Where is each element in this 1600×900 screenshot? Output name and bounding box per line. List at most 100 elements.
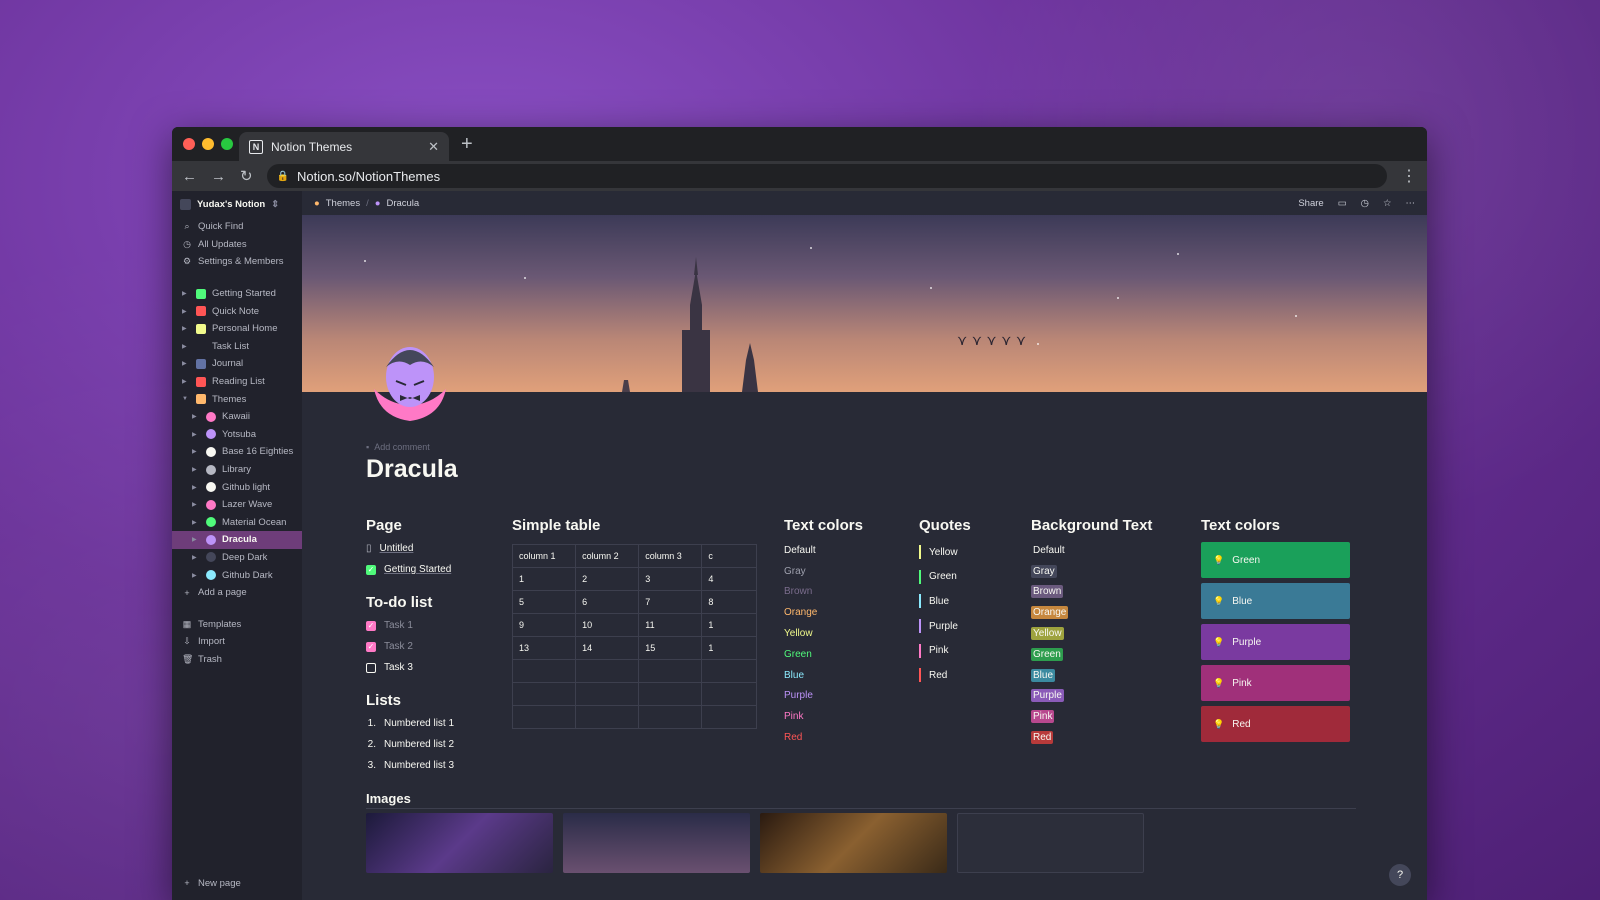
workspace-switcher[interactable]: Yudax's Notion ⇕ <box>172 191 302 218</box>
sidebar-page-item[interactable]: ▶ Getting Started <box>172 285 302 303</box>
chevron-right-icon[interactable]: ▶ <box>182 343 190 350</box>
chevron-right-icon[interactable]: ▶ <box>182 325 190 332</box>
chevron-right-icon[interactable]: ▶ <box>192 554 200 561</box>
todo-item[interactable]: ✓ Task 2 <box>366 636 454 657</box>
list-item[interactable]: 3. Numbered list 3 <box>366 755 454 776</box>
help-button[interactable]: ? <box>1389 864 1411 886</box>
table-cell[interactable]: 10 <box>575 613 640 637</box>
image-milky-way[interactable] <box>366 813 553 873</box>
sidebar-page-item[interactable]: ▶ Task List <box>172 338 302 356</box>
reload-icon[interactable]: ↻ <box>240 167 253 185</box>
share-button[interactable]: Share <box>1298 198 1323 209</box>
todo-item[interactable]: Task 3 <box>366 657 454 678</box>
chevron-right-icon[interactable]: ▶ <box>192 572 200 579</box>
breadcrumb-themes[interactable]: Themes <box>326 198 360 209</box>
chevron-right-icon[interactable]: ▶ <box>182 360 190 367</box>
favorite-star-icon[interactable]: ☆ <box>1383 198 1392 209</box>
table-cell[interactable]: 5 <box>512 590 577 614</box>
sidebar-subpage-item[interactable]: ▶ Kawaii <box>172 408 302 426</box>
sidebar-page-item[interactable]: ▶ Journal <box>172 355 302 373</box>
table-cell[interactable] <box>512 705 577 729</box>
table-cell[interactable]: 1 <box>701 613 757 637</box>
sidebar-tool[interactable]: 🗑 Trash <box>172 651 302 669</box>
sidebar-action[interactable]: ⌕ Quick Find <box>172 218 302 236</box>
chevron-right-icon[interactable]: ▶ <box>182 378 190 385</box>
table-cell[interactable]: 9 <box>512 613 577 637</box>
image-dusk-landscape[interactable] <box>563 813 750 873</box>
quote-block[interactable]: Pink <box>919 638 971 663</box>
history-icon[interactable]: ◷ <box>1361 198 1369 209</box>
table-cell[interactable]: column 2 <box>575 544 640 568</box>
subpage-untitled[interactable]: ▯ Untitled <box>366 538 454 559</box>
add-page-button[interactable]: + Add a page <box>172 584 302 602</box>
browser-tab[interactable]: N Notion Themes ✕ <box>239 132 449 161</box>
checkbox[interactable]: ✓ <box>366 641 376 652</box>
table-cell[interactable]: 14 <box>575 636 640 660</box>
more-options-icon[interactable]: ⋯ <box>1406 198 1416 209</box>
breadcrumb-dracula[interactable]: Dracula <box>386 198 419 209</box>
table-cell[interactable]: 6 <box>575 590 640 614</box>
sidebar-page-item[interactable]: ▶ Personal Home <box>172 320 302 338</box>
table-cell[interactable]: 1 <box>512 567 577 591</box>
table-cell[interactable]: 3 <box>638 567 703 591</box>
sidebar-subpage-item[interactable]: ▶ Material Ocean <box>172 514 302 532</box>
sidebar-subpage-item[interactable]: ▶ Library <box>172 461 302 479</box>
quote-block[interactable]: Yellow <box>919 540 971 565</box>
chevron-right-icon[interactable]: ▶ <box>192 501 200 508</box>
quote-block[interactable]: Blue <box>919 589 971 614</box>
table-cell[interactable] <box>701 705 757 729</box>
table-cell[interactable] <box>512 682 577 706</box>
checkbox[interactable] <box>366 662 376 673</box>
callout-block[interactable]: 💡 Pink <box>1201 665 1350 701</box>
back-icon[interactable]: ← <box>182 168 197 185</box>
chevron-right-icon[interactable]: ▶ <box>192 413 200 420</box>
table-cell[interactable]: column 3 <box>638 544 703 568</box>
sidebar-subpage-item[interactable]: ▶ Dracula <box>172 531 302 549</box>
address-bar[interactable]: 🔒 Notion.so/NotionThemes <box>266 164 1387 188</box>
tab-close-icon[interactable]: ✕ <box>428 139 439 155</box>
table-cell[interactable] <box>512 659 577 683</box>
todo-item[interactable]: ✓ Task 1 <box>366 615 454 636</box>
chevron-right-icon[interactable]: ▶ <box>182 290 190 297</box>
sidebar-subpage-item[interactable]: ▶ Yotsuba <box>172 426 302 444</box>
close-window-button[interactable] <box>183 138 195 150</box>
table-cell[interactable] <box>701 682 757 706</box>
chevron-down-icon[interactable]: ▼ <box>182 396 190 402</box>
sidebar-subpage-item[interactable]: ▶ Github Dark <box>172 566 302 584</box>
chevron-right-icon[interactable]: ▶ <box>192 448 200 455</box>
sidebar-page-item[interactable]: ▶ Reading List <box>172 373 302 391</box>
list-item[interactable]: 2. Numbered list 2 <box>366 734 454 755</box>
chevron-right-icon[interactable]: ▶ <box>192 466 200 473</box>
chevron-right-icon[interactable]: ▶ <box>192 536 200 543</box>
chevron-right-icon[interactable]: ▶ <box>192 484 200 491</box>
forward-icon[interactable]: → <box>211 168 226 185</box>
sidebar-subpage-item[interactable]: ▶ Deep Dark <box>172 549 302 567</box>
sidebar-page-item[interactable]: ▶ Quick Note <box>172 302 302 320</box>
page-title[interactable]: Dracula <box>366 455 458 484</box>
table-cell[interactable] <box>575 659 640 683</box>
list-item[interactable]: 1. Numbered list 1 <box>366 713 454 734</box>
table-cell[interactable]: 4 <box>701 567 757 591</box>
sidebar-subpage-item[interactable]: ▶ Github light <box>172 478 302 496</box>
minimize-window-button[interactable] <box>202 138 214 150</box>
table-cell[interactable]: 2 <box>575 567 640 591</box>
callout-block[interactable]: 💡 Purple <box>1201 624 1350 660</box>
table-cell[interactable]: 13 <box>512 636 577 660</box>
comments-icon[interactable]: ▭ <box>1338 198 1347 209</box>
quote-block[interactable]: Red <box>919 663 971 688</box>
add-comment-button[interactable]: ▪ Add comment <box>366 442 430 452</box>
new-tab-button[interactable]: + <box>461 133 473 156</box>
callout-block[interactable]: 💡 Green <box>1201 542 1350 578</box>
subpage-getting-started[interactable]: ✓ Getting Started <box>366 559 454 580</box>
chevron-right-icon[interactable]: ▶ <box>192 431 200 438</box>
table-cell[interactable] <box>575 682 640 706</box>
sidebar-tool[interactable]: ⇩ Import <box>172 633 302 651</box>
image-empty[interactable] <box>957 813 1144 873</box>
browser-menu-icon[interactable]: ⋮ <box>1401 166 1417 186</box>
quote-block[interactable]: Purple <box>919 614 971 639</box>
sidebar-subpage-item[interactable]: ▶ Base 16 Eighties <box>172 443 302 461</box>
callout-block[interactable]: 💡 Blue <box>1201 583 1350 619</box>
table-cell[interactable] <box>638 682 703 706</box>
sidebar-tool[interactable]: ▦ Templates <box>172 615 302 633</box>
table-cell[interactable] <box>638 659 703 683</box>
